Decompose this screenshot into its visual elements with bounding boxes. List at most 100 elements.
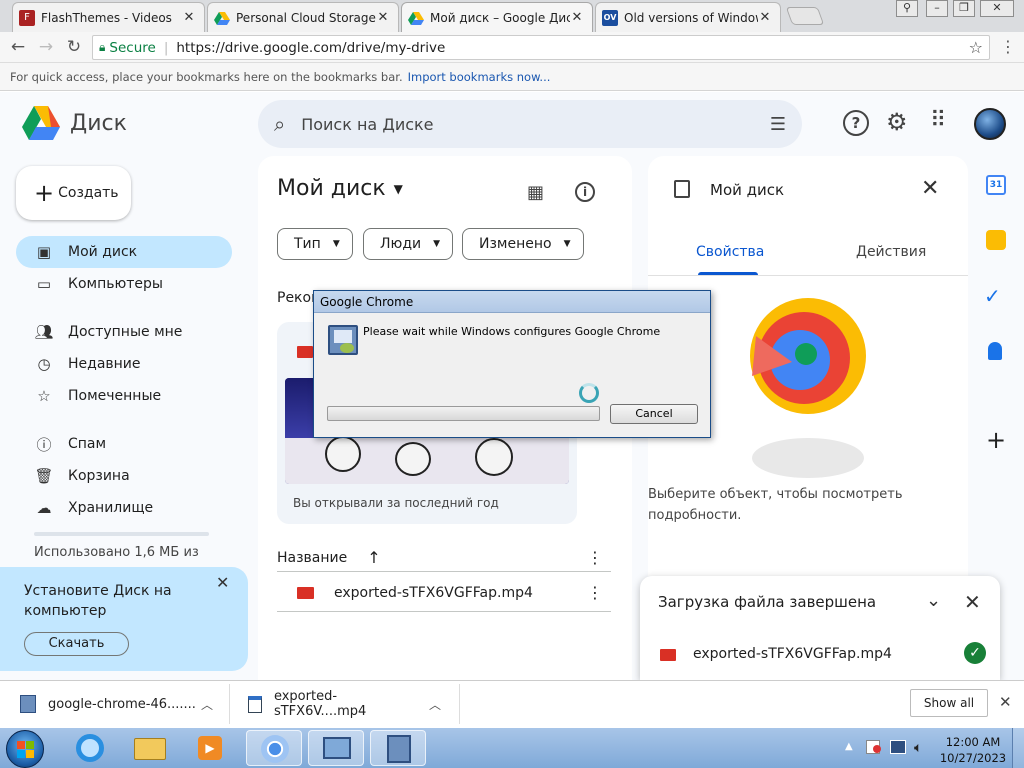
close-tab-icon[interactable]: ✕ (758, 10, 772, 25)
caret-down-icon: ▼ (563, 239, 571, 249)
file-name[interactable]: exported-sTFX6VGFFap.mp4 (334, 585, 533, 601)
apps-grid-icon[interactable]: ⠿ (930, 108, 946, 133)
back-icon[interactable]: ← (6, 36, 30, 58)
drive-favicon-icon (214, 10, 230, 26)
chevron-up-icon[interactable]: ︿ (429, 696, 441, 713)
import-bookmarks-link[interactable]: Import bookmarks now... (408, 70, 551, 84)
details-empty-text: Выберите объект, чтобы посмотреть подроб… (648, 487, 903, 523)
tab-flashthemes[interactable]: F FlashThemes - Videos ✕ (12, 2, 205, 32)
contacts-icon[interactable] (988, 342, 1002, 360)
keep-icon[interactable] (986, 230, 1006, 250)
calendar-icon[interactable]: 31 (986, 175, 1006, 195)
search-icon[interactable]: ⌕ (274, 112, 285, 136)
settings-gear-icon[interactable]: ⚙ (886, 108, 908, 136)
sidebar-item-spam[interactable]: ⓘ Спам (16, 428, 232, 460)
new-button[interactable]: + Создать (16, 166, 131, 220)
tasks-icon[interactable]: ✓ (984, 284, 1001, 308)
sidebar-item-recent[interactable]: ◷ Недавние (16, 348, 232, 380)
filter-people[interactable]: Люди ▼ (363, 228, 454, 260)
drive-favicon-icon (408, 10, 424, 26)
close-shelf-icon[interactable]: ✕ (999, 693, 1012, 711)
tab-actions[interactable]: Действия (856, 244, 926, 260)
download-drive-button[interactable]: Скачать (24, 632, 129, 656)
table-row[interactable]: exported-sTFX6VGFFap.mp4 ⋮ (277, 574, 611, 612)
new-tab-button[interactable] (785, 7, 825, 25)
chrome-taskbar-icon[interactable] (246, 730, 302, 766)
search-options-icon[interactable]: ☰ (770, 114, 786, 135)
tab-properties[interactable]: Свойства (696, 244, 764, 260)
drive-logo[interactable]: Диск (22, 106, 127, 140)
tab-old-windows[interactable]: OV Old versions of Windows ✕ (595, 2, 781, 32)
sidebar-item-starred[interactable]: ☆ Помеченные (16, 380, 232, 412)
address-bar[interactable]: 🔒︎ Secure | https://drive.google.com/dri… (92, 35, 990, 60)
list-header: Название ↑ ⋮ (277, 544, 611, 572)
promo-close-icon[interactable]: ✕ (216, 573, 229, 592)
storage-text: Использовано 1,6 МБ из (34, 545, 199, 559)
sort-arrow-up-icon[interactable]: ↑ (367, 548, 380, 567)
drive-folder-icon (674, 180, 690, 198)
download-item[interactable]: exported-sTFX6V....mp4 ︿ (232, 684, 460, 724)
filter-type[interactable]: Тип ▼ (277, 228, 353, 260)
help-icon[interactable]: ? (843, 110, 869, 136)
cancel-button[interactable]: Cancel (610, 404, 698, 424)
search-input[interactable]: Поиск на Диске (301, 115, 433, 134)
reload-icon[interactable]: ↻ (62, 36, 86, 58)
grid-view-icon[interactable]: ▦ (527, 182, 544, 203)
page-title[interactable]: Мой диск ▼ (277, 176, 403, 201)
sidebar-item-storage[interactable]: ☁ Хранилище (16, 492, 232, 524)
collapse-chevron-icon[interactable]: ⌄ (926, 590, 941, 611)
more-options-icon[interactable]: ⋮ (587, 583, 603, 602)
upload-toast: Загрузка файла завершена ⌄ ✕ exported-sT… (640, 576, 1000, 680)
close-tab-icon[interactable]: ✕ (182, 10, 196, 25)
start-button[interactable] (6, 730, 44, 768)
close-tab-icon[interactable]: ✕ (376, 10, 390, 25)
window-close-button[interactable]: ✕ (980, 0, 1014, 17)
upload-file-name[interactable]: exported-sTFX6VGFFap.mp4 (693, 646, 892, 662)
show-desktop-button[interactable] (1012, 728, 1024, 768)
forward-icon[interactable]: → (34, 36, 58, 58)
account-avatar[interactable] (974, 108, 1006, 140)
url-text[interactable]: https://drive.google.com/drive/my-drive (176, 40, 445, 56)
user-icon[interactable]: ⚲ (896, 0, 918, 17)
search-bar[interactable]: ⌕ Поиск на Диске ☰ (258, 100, 802, 148)
minimize-button[interactable]: – (926, 0, 948, 17)
sidebar-item-my-drive[interactable]: ▣ Мой диск (16, 236, 232, 268)
new-button-label: Создать (58, 185, 119, 201)
volume-icon[interactable]: 🔈︎ (914, 740, 922, 756)
install-promo: Установите Диск на компьютер ✕ Скачать (0, 567, 248, 671)
network-icon[interactable] (890, 740, 906, 754)
add-addon-icon[interactable]: + (986, 426, 1006, 454)
toast-close-icon[interactable]: ✕ (964, 590, 981, 614)
show-all-button[interactable]: Show all (910, 689, 988, 717)
drive-logo-text: Диск (70, 110, 127, 136)
explorer-taskbar-icon[interactable] (122, 730, 178, 766)
sidebar-label: Спам (68, 436, 107, 452)
sidebar-item-trash[interactable]: 🗑︎ Корзина (16, 460, 232, 492)
close-tab-icon[interactable]: ✕ (570, 10, 584, 25)
more-options-icon[interactable]: ⋮ (587, 548, 603, 567)
filter-modified[interactable]: Изменено ▼ (462, 228, 584, 260)
info-icon[interactable]: i (575, 182, 595, 202)
action-center-icon[interactable] (866, 740, 881, 754)
show-hidden-icons[interactable]: ▲ (845, 741, 853, 752)
ie-taskbar-icon[interactable] (62, 730, 118, 766)
oldversion-favicon-icon: OV (602, 9, 618, 26)
clock[interactable]: 12:00 AM 10/27/2023 (938, 734, 1008, 766)
media-player-taskbar-icon[interactable]: ▶ (182, 730, 238, 766)
installer-taskbar-icon[interactable] (370, 730, 426, 766)
column-name-header[interactable]: Название (277, 550, 347, 566)
download-file-name: google-chrome-46....... (48, 696, 196, 712)
sidebar-item-shared[interactable]: 👥︎ Доступные мне (16, 316, 232, 348)
download-item[interactable]: google-chrome-46....... ︿ (0, 684, 230, 724)
chevron-up-icon[interactable]: ︿ (201, 696, 213, 713)
dialog-message: Please wait while Windows configures Goo… (363, 325, 661, 338)
bookmark-star-icon[interactable]: ☆ (969, 38, 983, 57)
tab-my-drive[interactable]: Мой диск – Google Диск ✕ (401, 2, 593, 32)
sidebar-item-computers[interactable]: ▭ Компьютеры (16, 268, 232, 300)
tab-personal-cloud[interactable]: Personal Cloud Storage & … ✕ (207, 2, 399, 32)
menu-icon[interactable]: ⋮ (1000, 36, 1016, 58)
restore-button[interactable]: ❐ (953, 0, 975, 17)
sidebar-label: Помеченные (68, 388, 162, 404)
details-close-icon[interactable]: ✕ (921, 176, 939, 201)
control-panel-taskbar-icon[interactable] (308, 730, 364, 766)
